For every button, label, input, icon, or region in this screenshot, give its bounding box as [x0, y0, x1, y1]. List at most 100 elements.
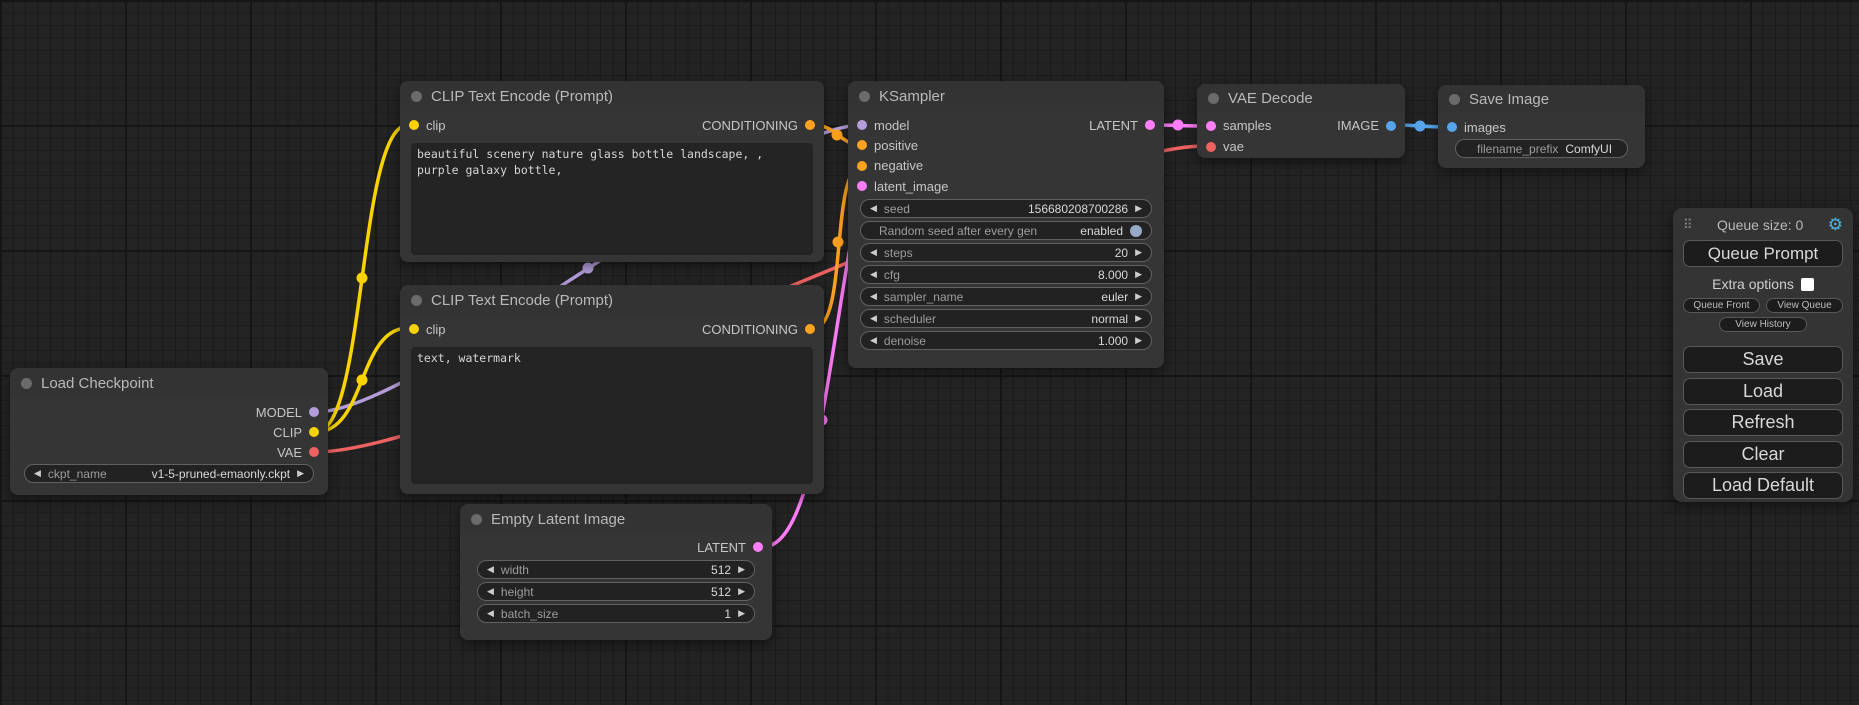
decrement-arrow-icon[interactable]: ◀	[487, 565, 494, 574]
width-widget[interactable]: ◀ width 512 ▶	[477, 560, 755, 579]
port-label: MODEL	[256, 405, 302, 420]
node-empty-latent-image[interactable]: Empty Latent Image LATENT ◀ width 512 ▶ …	[460, 504, 772, 640]
load-button[interactable]: Load	[1683, 378, 1843, 405]
port-conditioning-output[interactable]: CONDITIONING	[702, 322, 815, 337]
conditioning-port-dot-icon[interactable]	[857, 140, 867, 150]
decrement-arrow-icon[interactable]: ◀	[487, 609, 494, 618]
random-seed-toggle-widget[interactable]: Random seed after every gen enabled	[860, 221, 1152, 240]
decrement-arrow-icon[interactable]: ◀	[870, 292, 877, 301]
node-title-bar[interactable]: Empty Latent Image	[460, 504, 772, 534]
clip-port-dot-icon[interactable]	[409, 324, 419, 334]
vae-port-dot-icon[interactable]	[1206, 142, 1216, 152]
extra-options-checkbox[interactable]	[1801, 278, 1814, 291]
latent-port-dot-icon[interactable]	[1145, 120, 1155, 130]
clip-port-dot-icon[interactable]	[409, 120, 419, 130]
node-ksampler[interactable]: KSampler model LATENT positive negative …	[848, 81, 1164, 368]
collapse-dot-icon[interactable]	[1449, 94, 1460, 105]
seed-widget[interactable]: ◀ seed 156680208700286 ▶	[860, 199, 1152, 218]
increment-arrow-icon[interactable]: ▶	[1135, 336, 1142, 345]
increment-arrow-icon[interactable]: ▶	[1135, 314, 1142, 323]
increment-arrow-icon[interactable]: ▶	[1135, 248, 1142, 257]
settings-gear-icon[interactable]: ⚙	[1828, 215, 1843, 235]
height-widget[interactable]: ◀ height 512 ▶	[477, 582, 755, 601]
toggle-dot-icon[interactable]	[1130, 225, 1142, 237]
node-load-checkpoint[interactable]: Load Checkpoint MODEL CLIP VAE ◀ ckpt_na…	[10, 368, 328, 495]
batch-size-widget[interactable]: ◀ batch_size 1 ▶	[477, 604, 755, 623]
decrement-arrow-icon[interactable]: ◀	[34, 469, 41, 478]
port-model-output[interactable]: MODEL	[256, 405, 319, 420]
port-label: IMAGE	[1337, 118, 1379, 133]
latent-port-dot-icon[interactable]	[753, 542, 763, 552]
increment-arrow-icon[interactable]: ▶	[1135, 292, 1142, 301]
increment-arrow-icon[interactable]: ▶	[297, 469, 304, 478]
node-clip-text-encode-negative[interactable]: CLIP Text Encode (Prompt) clip CONDITION…	[400, 285, 824, 494]
decrement-arrow-icon[interactable]: ◀	[870, 336, 877, 345]
sampler-name-widget[interactable]: ◀ sampler_name euler ▶	[860, 287, 1152, 306]
node-title-bar[interactable]: CLIP Text Encode (Prompt)	[400, 81, 824, 111]
filename-prefix-widget[interactable]: filename_prefix ComfyUI	[1455, 139, 1628, 158]
collapse-dot-icon[interactable]	[1208, 93, 1219, 104]
image-port-dot-icon[interactable]	[1386, 121, 1396, 131]
load-default-button[interactable]: Load Default	[1683, 472, 1843, 499]
decrement-arrow-icon[interactable]: ◀	[870, 204, 877, 213]
widget-label: sampler_name	[884, 290, 963, 304]
increment-arrow-icon[interactable]: ▶	[738, 565, 745, 574]
node-title: Save Image	[1469, 91, 1549, 108]
drag-handle-icon[interactable]: ⠿	[1683, 217, 1693, 233]
save-button[interactable]: Save	[1683, 346, 1843, 373]
queue-prompt-button[interactable]: Queue Prompt	[1683, 240, 1843, 267]
positive-prompt-textarea[interactable]: beautiful scenery nature glass bottle la…	[411, 143, 813, 255]
increment-arrow-icon[interactable]: ▶	[1135, 270, 1142, 279]
cfg-widget[interactable]: ◀ cfg 8.000 ▶	[860, 265, 1152, 284]
collapse-dot-icon[interactable]	[21, 378, 32, 389]
node-save-image[interactable]: Save Image images filename_prefix ComfyU…	[1438, 85, 1645, 168]
node-title-bar[interactable]: KSampler	[848, 81, 1164, 111]
steps-widget[interactable]: ◀ steps 20 ▶	[860, 243, 1152, 262]
node-clip-text-encode-positive[interactable]: CLIP Text Encode (Prompt) clip CONDITION…	[400, 81, 824, 262]
clip-port-dot-icon[interactable]	[309, 427, 319, 437]
negative-prompt-textarea[interactable]: text, watermark	[411, 347, 813, 484]
port-latent-output[interactable]: LATENT	[1089, 118, 1155, 133]
port-label: CONDITIONING	[702, 322, 798, 337]
decrement-arrow-icon[interactable]: ◀	[487, 587, 494, 596]
port-conditioning-output[interactable]: CONDITIONING	[702, 118, 815, 133]
port-latent-output[interactable]: LATENT	[697, 540, 763, 555]
denoise-widget[interactable]: ◀ denoise 1.000 ▶	[860, 331, 1152, 350]
decrement-arrow-icon[interactable]: ◀	[870, 314, 877, 323]
refresh-button[interactable]: Refresh	[1683, 409, 1843, 436]
collapse-dot-icon[interactable]	[411, 295, 422, 306]
node-title-bar[interactable]: VAE Decode	[1197, 84, 1405, 112]
node-title-bar[interactable]: Load Checkpoint	[10, 368, 328, 398]
node-title-bar[interactable]: Save Image	[1438, 85, 1645, 113]
vae-port-dot-icon[interactable]	[309, 447, 319, 457]
model-port-dot-icon[interactable]	[857, 120, 867, 130]
latent-port-dot-icon[interactable]	[1206, 121, 1216, 131]
node-vae-decode[interactable]: VAE Decode samples IMAGE vae	[1197, 84, 1405, 158]
clear-button[interactable]: Clear	[1683, 441, 1843, 468]
port-clip-output[interactable]: CLIP	[273, 425, 319, 440]
increment-arrow-icon[interactable]: ▶	[738, 609, 745, 618]
latent-port-dot-icon[interactable]	[857, 181, 867, 191]
scheduler-widget[interactable]: ◀ scheduler normal ▶	[860, 309, 1152, 328]
ckpt-name-widget[interactable]: ◀ ckpt_name v1-5-pruned-emaonly.ckpt ▶	[24, 464, 314, 483]
view-history-button[interactable]: View History	[1719, 317, 1807, 332]
increment-arrow-icon[interactable]: ▶	[738, 587, 745, 596]
node-title-bar[interactable]: CLIP Text Encode (Prompt)	[400, 285, 824, 315]
collapse-dot-icon[interactable]	[411, 91, 422, 102]
node-title: Empty Latent Image	[491, 511, 625, 528]
port-image-output[interactable]: IMAGE	[1337, 118, 1396, 133]
collapse-dot-icon[interactable]	[859, 91, 870, 102]
decrement-arrow-icon[interactable]: ◀	[870, 270, 877, 279]
node-graph-canvas[interactable]: Load Checkpoint MODEL CLIP VAE ◀ ckpt_na…	[0, 0, 1859, 705]
conditioning-port-dot-icon[interactable]	[805, 120, 815, 130]
increment-arrow-icon[interactable]: ▶	[1135, 204, 1142, 213]
image-port-dot-icon[interactable]	[1447, 122, 1457, 132]
conditioning-port-dot-icon[interactable]	[805, 324, 815, 334]
model-port-dot-icon[interactable]	[309, 407, 319, 417]
queue-front-button[interactable]: Queue Front	[1683, 298, 1760, 313]
port-vae-output[interactable]: VAE	[277, 445, 319, 460]
view-queue-button[interactable]: View Queue	[1766, 298, 1843, 313]
collapse-dot-icon[interactable]	[471, 514, 482, 525]
decrement-arrow-icon[interactable]: ◀	[870, 248, 877, 257]
conditioning-port-dot-icon[interactable]	[857, 161, 867, 171]
